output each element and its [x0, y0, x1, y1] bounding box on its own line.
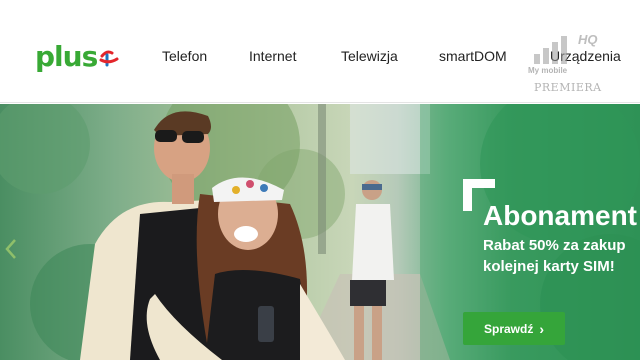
- plus-logo[interactable]: plus: [35, 38, 120, 72]
- watermark-hq: HQ: [578, 32, 598, 47]
- nav-item-smartdom[interactable]: smartDOM: [439, 48, 507, 64]
- sprawdz-button-label: Sprawdź: [483, 321, 534, 336]
- watermark-sub: My mobile: [528, 66, 568, 75]
- watermark-premiera: PREMIERA: [534, 81, 602, 94]
- promo-subtitle-line-2: kolejnej karty SIM!: [483, 258, 615, 275]
- chevron-right-icon: ›: [539, 320, 544, 337]
- logo-text: plus: [35, 40, 98, 73]
- promo-title: Abonament: [483, 200, 637, 231]
- signal-bars-icon: [534, 36, 567, 64]
- hero-banner[interactable]: Abonament Rabat 50% za zakup kolejnej ka…: [0, 104, 640, 360]
- nav-item-internet[interactable]: Internet: [249, 48, 296, 64]
- promo-subtitle: Rabat 50% za zakup kolejnej karty SIM!: [483, 235, 626, 277]
- nav-item-telefon[interactable]: Telefon: [162, 48, 207, 64]
- plus-logo-icon: [99, 50, 119, 67]
- chevron-left-icon[interactable]: [4, 238, 18, 260]
- sprawdz-button[interactable]: Sprawdź ›: [463, 312, 565, 345]
- nav-item-telewizja[interactable]: Telewizja: [341, 48, 398, 64]
- watermark: HQ My mobile PREMIERA: [526, 30, 606, 94]
- site-header: plus Telefon Internet Telewizja smartDOM…: [0, 0, 640, 103]
- promo-subtitle-line-1: Rabat 50% za zakup: [483, 237, 626, 254]
